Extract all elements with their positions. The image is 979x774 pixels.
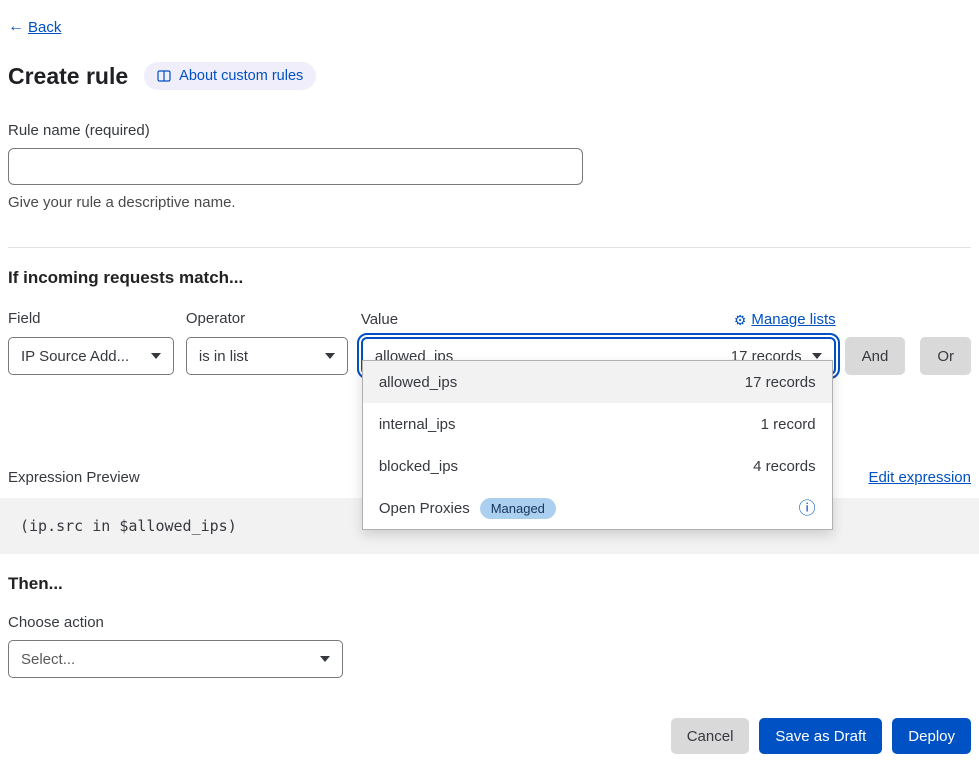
operator-column: Operator is in list [186, 310, 348, 375]
manage-lists-link[interactable]: ⚙ Manage lists [734, 311, 836, 328]
cancel-button[interactable]: Cancel [671, 718, 750, 754]
match-condition-row: Field IP Source Add... Operator is in li… [8, 310, 971, 375]
chevron-down-icon [812, 353, 822, 359]
section-divider [8, 247, 971, 248]
and-button[interactable]: And [845, 337, 906, 375]
list-option-name: blocked_ips [379, 458, 458, 475]
list-option-name: Open Proxies [379, 500, 470, 517]
list-option-count: 1 record [761, 416, 816, 433]
title-row: Create rule About custom rules [8, 62, 971, 90]
chevron-down-icon [320, 656, 330, 662]
back-arrow-icon: ← [8, 18, 24, 36]
or-button[interactable]: Or [920, 337, 971, 375]
operator-label: Operator [186, 310, 348, 327]
then-section-heading: Then... [8, 574, 971, 594]
back-link-label: Back [28, 19, 61, 36]
list-option-internal-ips[interactable]: internal_ips 1 record [363, 403, 832, 445]
chevron-down-icon [151, 353, 161, 359]
deploy-button[interactable]: Deploy [892, 718, 971, 754]
value-column: Value ⚙ Manage lists allowed_ips 17 reco… [361, 311, 836, 375]
list-dropdown-menu: allowed_ips 17 records internal_ips 1 re… [362, 360, 833, 530]
list-option-allowed-ips[interactable]: allowed_ips 17 records [363, 361, 832, 403]
list-option-name: allowed_ips [379, 374, 457, 391]
footer-actions: Cancel Save as Draft Deploy [8, 718, 971, 754]
action-select[interactable]: Select... [8, 640, 343, 678]
save-as-draft-button[interactable]: Save as Draft [759, 718, 882, 754]
list-option-count: 4 records [753, 458, 816, 475]
choose-action-label: Choose action [8, 614, 971, 631]
edit-expression-link[interactable]: Edit expression [868, 469, 971, 486]
match-section-heading: If incoming requests match... [8, 268, 971, 288]
back-link[interactable]: ← Back [8, 18, 61, 36]
create-rule-page: ← Back Create rule About custom rules Ru… [0, 0, 979, 774]
gear-icon: ⚙ [734, 313, 747, 327]
list-option-open-proxies[interactable]: Open Proxies Managed ⓘ [363, 487, 832, 529]
expression-preview-label: Expression Preview [8, 469, 140, 486]
rule-name-label: Rule name (required) [8, 122, 971, 139]
book-icon [157, 69, 171, 83]
value-label-row: Value ⚙ Manage lists [361, 311, 836, 328]
field-select[interactable]: IP Source Add... [8, 337, 174, 375]
operator-select[interactable]: is in list [186, 337, 348, 375]
managed-badge: Managed [480, 498, 556, 519]
operator-select-value: is in list [199, 348, 248, 365]
chevron-down-icon [325, 353, 335, 359]
action-select-placeholder: Select... [21, 651, 75, 668]
field-column: Field IP Source Add... [8, 310, 174, 375]
and-or-buttons: And Or [845, 337, 971, 375]
value-label: Value [361, 311, 398, 328]
rule-name-helper: Give your rule a descriptive name. [8, 194, 971, 211]
list-option-left: Open Proxies Managed [379, 498, 556, 519]
list-option-count: 17 records [745, 374, 816, 391]
about-custom-rules-link[interactable]: About custom rules [144, 62, 316, 90]
rule-name-input[interactable] [8, 148, 583, 185]
list-option-name: internal_ips [379, 416, 456, 433]
about-custom-rules-label: About custom rules [179, 68, 303, 84]
page-title: Create rule [8, 63, 128, 90]
info-icon[interactable]: ⓘ [799, 500, 816, 517]
list-option-blocked-ips[interactable]: blocked_ips 4 records [363, 445, 832, 487]
field-select-value: IP Source Add... [21, 348, 129, 365]
manage-lists-label: Manage lists [751, 311, 835, 328]
field-label: Field [8, 310, 174, 327]
